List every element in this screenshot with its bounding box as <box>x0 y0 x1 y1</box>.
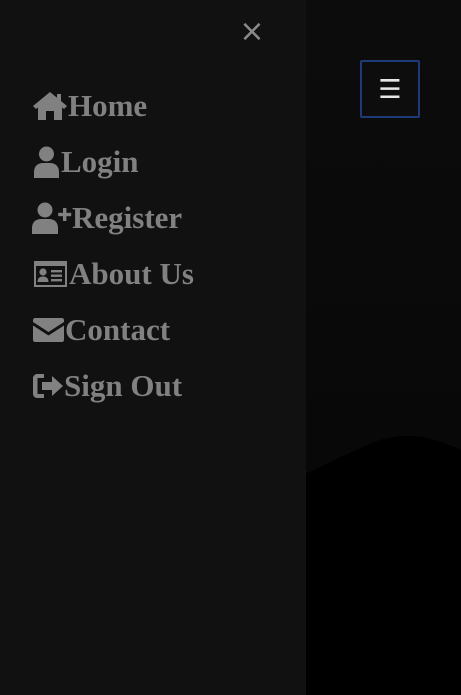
nav-item-contact[interactable]: Contact <box>32 302 194 358</box>
user-plus-icon <box>32 201 72 235</box>
nav-item-label: Register <box>72 200 183 235</box>
nav-list: Home Login Register About Us Contact Sig… <box>32 78 194 414</box>
nav-item-label: Sign Out <box>64 368 183 403</box>
nav-item-register[interactable]: Register <box>32 190 194 246</box>
close-icon[interactable]: × <box>238 16 266 48</box>
page: ☰ × Home Login Register About Us Contact… <box>0 0 461 695</box>
nav-item-home[interactable]: Home <box>32 78 194 134</box>
envelope-icon <box>32 313 65 347</box>
side-navigation: × Home Login Register About Us Contact S… <box>0 0 306 695</box>
user-icon <box>32 145 61 179</box>
nav-item-label: Login <box>61 144 139 179</box>
home-icon <box>32 89 68 123</box>
nav-item-label: About Us <box>69 256 194 291</box>
nav-item-label: Home <box>68 88 148 123</box>
nav-item-label: Contact <box>65 312 171 347</box>
menu-toggle-button[interactable]: ☰ <box>360 60 420 118</box>
nav-item-about-us[interactable]: About Us <box>32 246 194 302</box>
nav-item-sign-out[interactable]: Sign Out <box>32 358 194 414</box>
nav-item-login[interactable]: Login <box>32 134 194 190</box>
sign-out-icon <box>32 369 64 403</box>
id-card-icon <box>32 257 69 291</box>
